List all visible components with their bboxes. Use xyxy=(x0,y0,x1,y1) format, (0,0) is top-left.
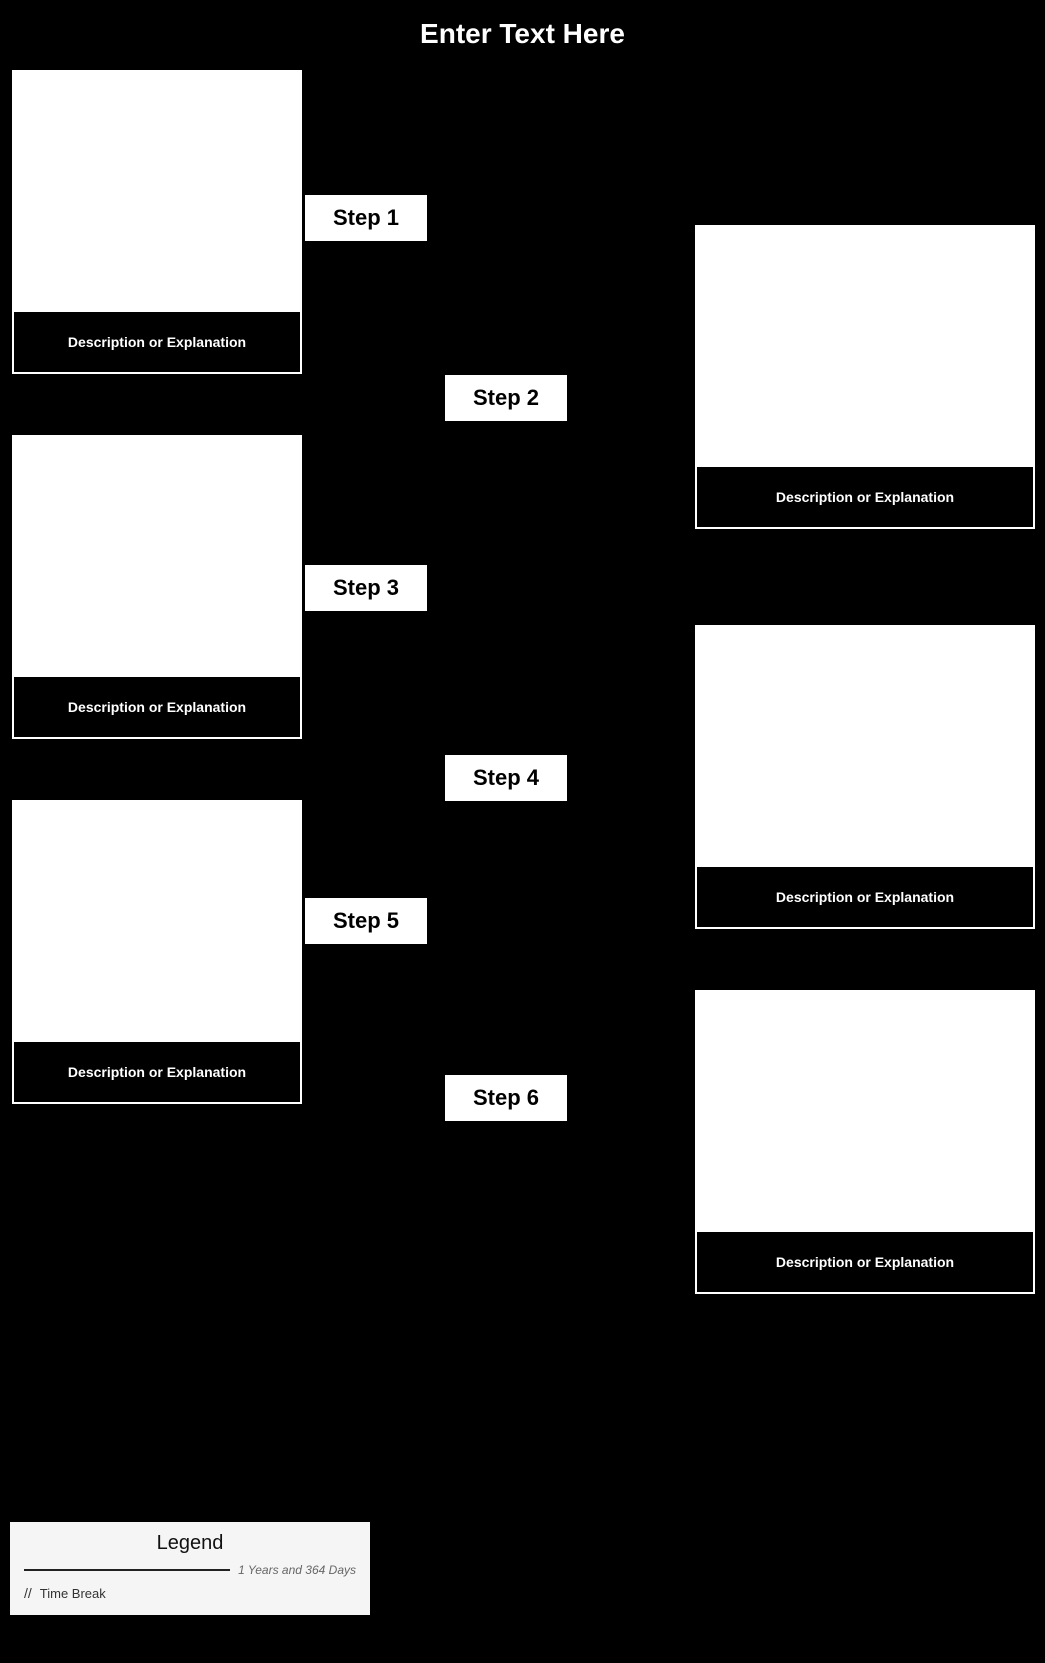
right-image-3 xyxy=(695,990,1035,1230)
step-5-label: Step 5 xyxy=(305,898,427,944)
left-desc-2: Description or Explanation xyxy=(12,675,302,739)
legend-break-label: Time Break xyxy=(40,1586,106,1601)
left-item-2: Description or Explanation xyxy=(12,435,302,759)
page-title: Enter Text Here xyxy=(0,0,1045,60)
legend-box: Legend 1 Years and 364 Days // Time Brea… xyxy=(10,1522,370,1615)
step-6-label: Step 6 xyxy=(445,1075,567,1121)
right-desc-3: Description or Explanation xyxy=(695,1230,1035,1294)
step-4-label: Step 4 xyxy=(445,755,567,801)
legend-break-row: // Time Break xyxy=(24,1585,356,1601)
step-2-label: Step 2 xyxy=(445,375,567,421)
left-image-2 xyxy=(12,435,302,675)
right-image-1 xyxy=(695,225,1035,465)
left-item-3: Description or Explanation xyxy=(12,800,302,1124)
right-image-2 xyxy=(695,625,1035,865)
right-desc-1: Description or Explanation xyxy=(695,465,1035,529)
legend-line-label: 1 Years and 364 Days xyxy=(238,1563,356,1577)
left-image-3 xyxy=(12,800,302,1040)
legend-break-icon: // xyxy=(24,1585,32,1601)
right-item-2: Description or Explanation xyxy=(695,625,1035,949)
right-desc-2: Description or Explanation xyxy=(695,865,1035,929)
step-1-label: Step 1 xyxy=(305,195,427,241)
left-desc-3: Description or Explanation xyxy=(12,1040,302,1104)
legend-title: Legend xyxy=(24,1532,356,1555)
left-desc-1: Description or Explanation xyxy=(12,310,302,374)
step-3-label: Step 3 xyxy=(305,565,427,611)
legend-line xyxy=(24,1569,230,1571)
left-image-1 xyxy=(12,70,302,310)
left-item-1: Description or Explanation xyxy=(12,70,302,394)
right-item-1: Description or Explanation xyxy=(695,225,1035,549)
legend-line-row: 1 Years and 364 Days xyxy=(24,1563,356,1577)
right-item-3: Description or Explanation xyxy=(695,990,1035,1314)
